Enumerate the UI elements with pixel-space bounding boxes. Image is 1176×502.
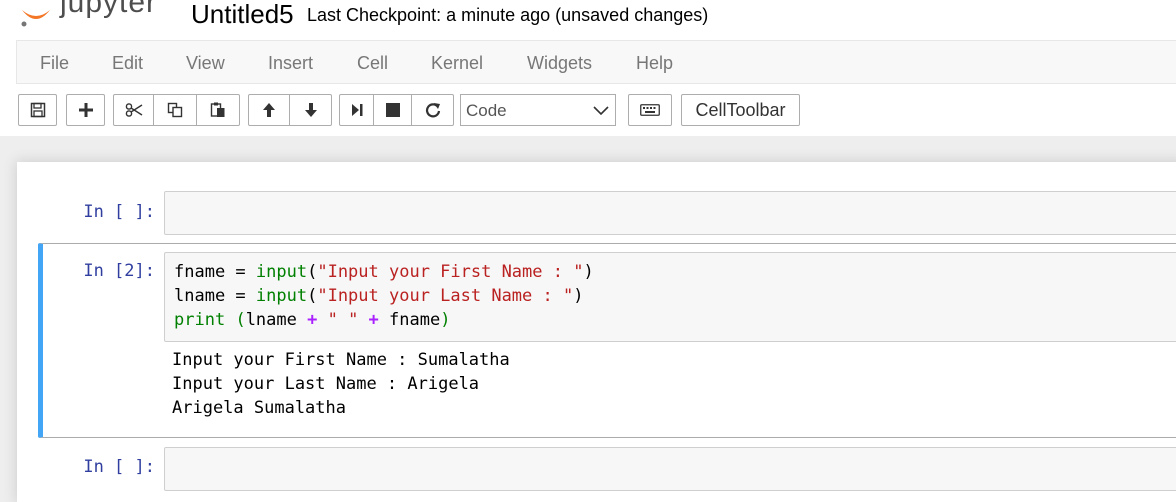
chevron-down-icon: [593, 106, 609, 116]
command-palette-button[interactable]: [628, 94, 672, 126]
move-up-icon: [263, 103, 275, 117]
checkpoint-status: Last Checkpoint: a minute ago (unsaved c…: [307, 5, 709, 25]
insert-cell-below-icon: [78, 103, 93, 117]
notebook-name[interactable]: Untitled5: [191, 0, 294, 30]
code-line: lname = input("Input your Last Name : "): [174, 286, 584, 306]
copy-button[interactable]: [154, 94, 197, 126]
cell-prompt: In [ ]:: [83, 202, 155, 222]
menubar: File Edit View Insert Cell Kernel Widget…: [16, 40, 1176, 84]
cut-button[interactable]: [113, 94, 154, 126]
run-icon: [351, 104, 362, 116]
code-cell-input[interactable]: [164, 447, 1176, 491]
move-down-icon: [304, 103, 317, 117]
notebook-container: In [ ]: In [2]: fname = input("Input you…: [17, 162, 1176, 502]
save-button[interactable]: [18, 94, 57, 126]
stop-icon: [385, 103, 400, 117]
output-line: Arigela Sumalatha: [172, 398, 346, 418]
cell-type-select[interactable]: Code: [460, 94, 616, 126]
copy-icon: [167, 102, 183, 118]
cell-prompt: In [2]:: [83, 261, 155, 281]
keyboard-icon: [640, 104, 660, 116]
menu-file[interactable]: File: [40, 53, 69, 74]
restart-kernel-button[interactable]: [412, 94, 454, 126]
jupyter-logo-icon: [21, 10, 50, 27]
header-bar: jupyter Untitled5 Last Checkpoint: a min…: [0, 0, 1176, 40]
toolbar: Code CellToolbar: [0, 92, 1176, 128]
code-cell-input[interactable]: [164, 191, 1176, 235]
insert-cell-below-button[interactable]: [66, 94, 105, 126]
interrupt-kernel-button[interactable]: [374, 94, 412, 126]
move-down-button[interactable]: [290, 94, 332, 126]
menu-help[interactable]: Help: [636, 53, 673, 74]
menu-kernel[interactable]: Kernel: [431, 53, 483, 74]
menu-view[interactable]: View: [186, 53, 225, 74]
cut-icon: [125, 103, 142, 117]
code-line: fname = input("Input your First Name : "…: [174, 262, 594, 282]
restart-icon: [425, 103, 440, 118]
paste-button[interactable]: [197, 94, 240, 126]
output-line: Input your Last Name : Arigela: [172, 374, 480, 394]
menu-edit[interactable]: Edit: [112, 53, 143, 74]
code-cell-input[interactable]: fname = input("Input your First Name : "…: [164, 252, 1176, 342]
paste-icon: [210, 102, 225, 117]
output-line: Input your First Name : Sumalatha: [172, 350, 510, 370]
menu-insert[interactable]: Insert: [268, 53, 313, 74]
code-line: print (lname + " " + fname): [174, 310, 451, 330]
cell-type-value: Code: [466, 101, 507, 120]
menu-cell[interactable]: Cell: [357, 53, 388, 74]
menu-widgets[interactable]: Widgets: [527, 53, 592, 74]
run-button[interactable]: [339, 94, 374, 126]
move-up-button[interactable]: [248, 94, 290, 126]
cell-prompt: In [ ]:: [83, 457, 155, 477]
menubar-container: File Edit View Insert Cell Kernel Widget…: [0, 40, 1176, 136]
jupyter-logo-text: jupyter: [60, 0, 158, 19]
celltoolbar-button[interactable]: CellToolbar: [681, 94, 800, 126]
save-icon: [30, 102, 45, 118]
